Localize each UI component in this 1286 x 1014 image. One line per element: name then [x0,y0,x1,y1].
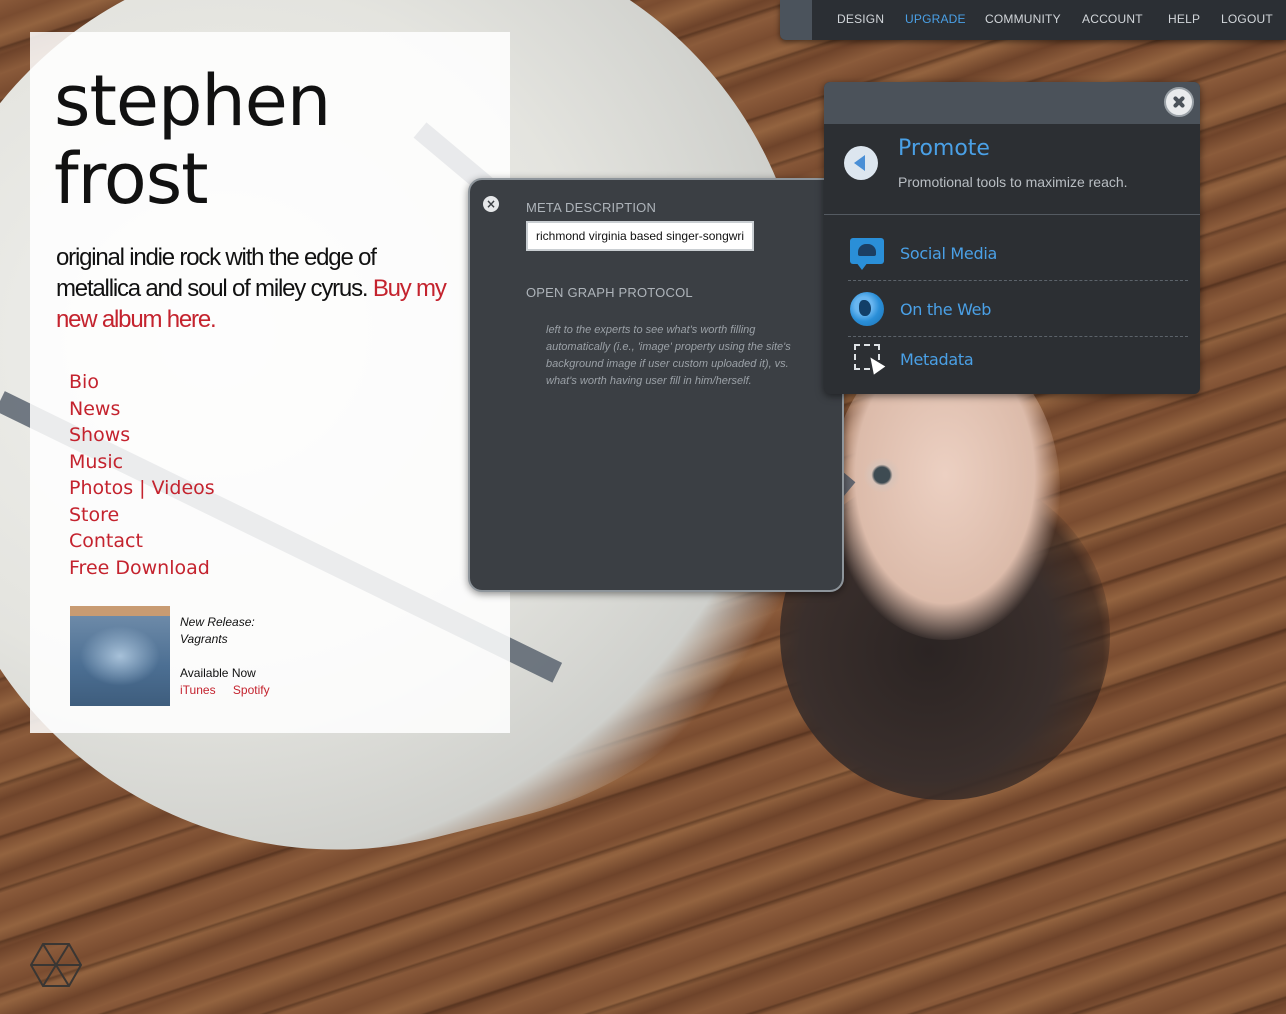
metadata-editor-panel: × META DESCRIPTION OPEN GRAPH PROTOCOL l… [468,178,844,592]
promote-title: Promote [898,136,990,161]
site-title-line1: stephen [54,60,331,142]
promote-item-social-media[interactable]: Social Media [848,234,1188,281]
social-media-icon [850,238,884,270]
promote-item-metadata[interactable]: Metadata [848,340,1188,386]
nav-community[interactable]: COMMUNITY [985,12,1061,26]
designer-note: left to the experts to see what's worth … [546,324,791,387]
meta-description-input[interactable] [526,221,754,251]
spotify-link[interactable]: Spotify [233,683,270,697]
promote-item-label: On the Web [900,300,992,319]
top-navigation: DESIGN UPGRADE COMMUNITY ACCOUNT HELP LO… [780,0,1286,40]
site-title-line2: frost [54,138,209,220]
site-content-panel: stephen frost original indie rock with t… [30,32,510,733]
back-arrow-icon[interactable] [844,146,878,180]
promote-item-on-the-web[interactable]: On the Web [848,290,1188,337]
site-nav-contact[interactable]: Contact [69,528,215,555]
release-info: New Release: Vagrants Available Now iTun… [180,614,340,699]
promote-item-label: Metadata [900,350,974,369]
promote-panel-header [824,82,1200,124]
nav-drag-handle[interactable] [780,0,812,40]
site-nav-photos-videos[interactable]: Photos | Videos [69,475,215,502]
site-title: stephen frost [54,60,331,220]
site-nav-bio[interactable]: Bio [69,369,215,396]
nav-design[interactable]: DESIGN [837,12,884,26]
divider [824,214,1200,215]
site-nav-free-download[interactable]: Free Download [69,555,215,582]
itunes-link[interactable]: iTunes [180,683,216,697]
close-icon[interactable] [1164,87,1194,117]
nav-logout[interactable]: LOGOUT [1221,12,1273,26]
release-links: iTunes Spotify [180,682,340,699]
album-cover-image[interactable] [70,606,170,706]
meta-description-label: META DESCRIPTION [526,200,657,215]
release-availability: Available Now [180,666,256,680]
metadata-cursor-icon [854,344,880,370]
close-icon[interactable]: × [483,196,499,212]
promote-item-label: Social Media [900,244,997,263]
photo-eye [862,458,902,492]
tagline: original indie rock with the edge of met… [56,242,456,335]
tagline-text: original indie rock with the edge of met… [56,244,377,302]
release-album: Vagrants [180,632,228,646]
site-nav-news[interactable]: News [69,396,215,423]
site-navigation: Bio News Shows Music Photos | Videos Sto… [69,369,215,581]
release-heading: New Release: [180,615,255,629]
site-nav-store[interactable]: Store [69,502,215,529]
open-graph-label: OPEN GRAPH PROTOCOL [526,285,693,300]
promote-panel: Promote Promotional tools to maximize re… [824,82,1200,394]
site-nav-music[interactable]: Music [69,449,215,476]
globe-icon [850,292,884,326]
nav-upgrade[interactable]: UPGRADE [905,12,966,26]
hexagon-logo-icon[interactable] [30,942,82,988]
nav-account[interactable]: ACCOUNT [1082,12,1143,26]
nav-help[interactable]: HELP [1168,12,1200,26]
site-nav-shows[interactable]: Shows [69,422,215,449]
promote-subtitle: Promotional tools to maximize reach. [898,174,1128,190]
